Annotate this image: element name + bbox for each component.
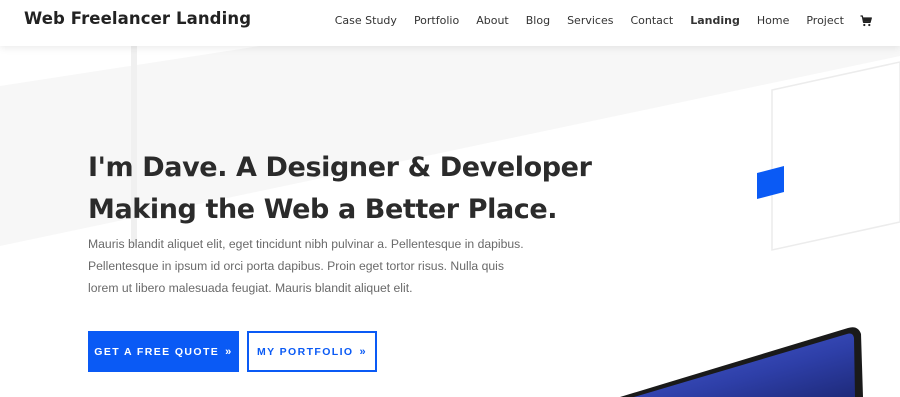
double-chevron-right-icon: » [359,345,368,358]
nav-item-contact[interactable]: Contact [630,14,673,27]
my-portfolio-button[interactable]: MY PORTFOLIO » [247,331,377,372]
nav-item-case-study[interactable]: Case Study [335,14,397,27]
nav-item-home[interactable]: Home [757,14,789,27]
hero-headline-line-1: I'm Dave. A Designer & Developer [88,152,592,183]
nav-item-portfolio[interactable]: Portfolio [414,14,459,27]
shopping-cart-icon[interactable] [860,14,872,27]
nav-item-blog[interactable]: Blog [526,14,550,27]
site-title[interactable]: Web Freelancer Landing [24,9,251,28]
nav-item-services[interactable]: Services [567,14,613,27]
monitor-mockup-image [620,327,863,397]
main-nav: Case Study Portfolio About Blog Services… [318,0,872,40]
blue-accent-shape [757,166,784,199]
get-a-free-quote-label: GET A FREE QUOTE [94,345,220,358]
get-a-free-quote-button[interactable]: GET A FREE QUOTE » [88,331,239,372]
double-chevron-right-icon: » [225,345,233,358]
nav-item-project[interactable]: Project [806,14,844,27]
nav-item-about[interactable]: About [476,14,509,27]
hero-description: Mauris blandit aliquet elit, eget tincid… [88,237,524,295]
nav-item-landing[interactable]: Landing [690,14,740,27]
hero-headline: I'm Dave. A Designer & Developer Making … [88,147,592,231]
hero-headline-line-2: Making the Web a Better Place. [88,194,558,225]
site-header: Web Freelancer Landing Case Study Portfo… [0,0,900,46]
my-portfolio-label: MY PORTFOLIO [256,345,354,358]
